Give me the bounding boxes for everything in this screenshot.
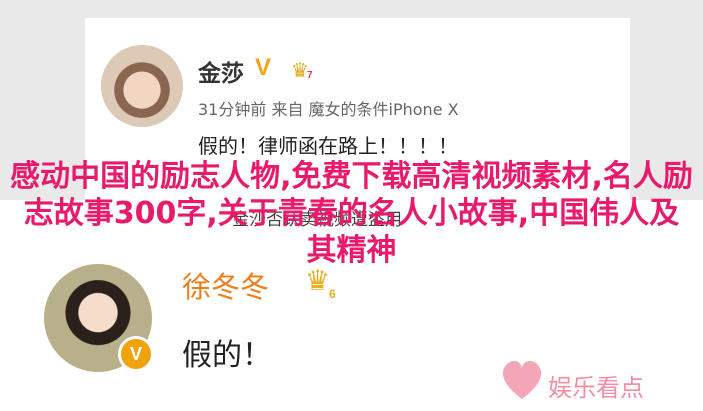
vip-level-badge: 7	[307, 70, 313, 81]
heart-logo-icon	[502, 361, 542, 399]
verified-icon: V	[255, 54, 272, 81]
avatar[interactable]	[101, 45, 183, 127]
vip-level-badge: 6	[329, 287, 336, 301]
post-meta: 31分钟前 来自 魔女的条件iPhone X	[198, 100, 459, 119]
verified-icon: V	[118, 336, 154, 372]
headline-overlay: 感动中国的励志人物,免费下载高清视频素材,名人励志故事300字,关于青春的名人小…	[10, 159, 693, 268]
post-content-2: 假的！	[182, 338, 272, 373]
username-2[interactable]: 徐冬冬	[182, 264, 269, 306]
brand-watermark: 娱乐看点	[548, 374, 644, 402]
post-content-1: 假的！律师函在路上！！！！	[198, 134, 458, 158]
username-1[interactable]: 金莎	[198, 54, 244, 88]
